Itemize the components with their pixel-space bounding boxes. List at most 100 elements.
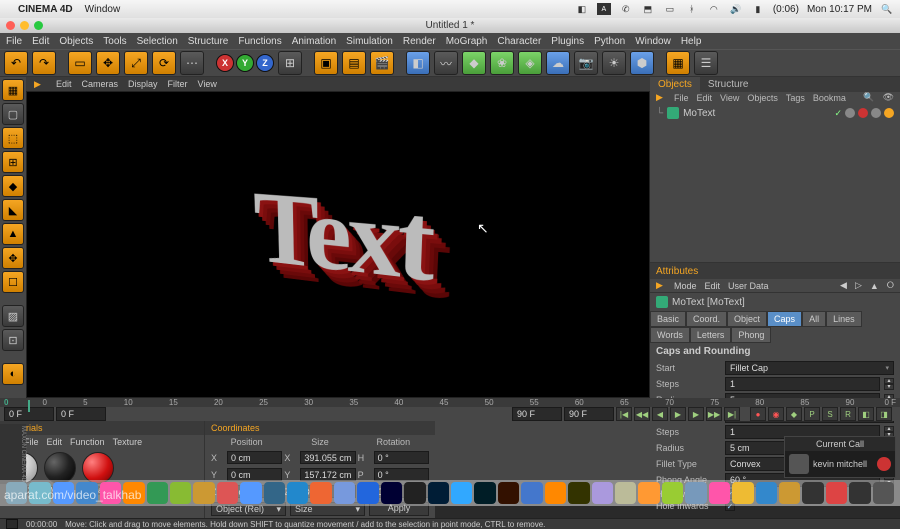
- dock-app-icon[interactable]: [873, 482, 894, 504]
- add-scene-button[interactable]: ⬢: [630, 51, 654, 75]
- keyframe-sel-button[interactable]: ◆: [786, 407, 802, 421]
- obj-menu-edit[interactable]: Edit: [697, 93, 713, 103]
- attr-tab-caps[interactable]: Caps: [767, 311, 802, 327]
- vp-menu-view[interactable]: View: [198, 79, 217, 89]
- texture-mode-button[interactable]: ⬚: [2, 127, 24, 149]
- render-pv-button[interactable]: ▤: [342, 51, 366, 75]
- attr-menu-edit[interactable]: Edit: [705, 281, 721, 291]
- dock-app-icon[interactable]: [756, 482, 777, 504]
- add-deformer-button[interactable]: ◈: [518, 51, 542, 75]
- mac-menu-window[interactable]: Window: [85, 4, 121, 15]
- add-spline-button[interactable]: 〰: [434, 51, 458, 75]
- lock-icon[interactable]: ⭘: [887, 280, 894, 291]
- layout-button[interactable]: ▦: [666, 51, 690, 75]
- nav-up-icon[interactable]: ▲: [870, 281, 879, 291]
- viewport-solo-button[interactable]: ☐: [2, 271, 24, 293]
- anim-mode-button[interactable]: ◐: [2, 363, 24, 385]
- material-tag-icon[interactable]: [858, 108, 868, 118]
- redo-button[interactable]: ↷: [32, 51, 56, 75]
- dock-app-icon[interactable]: [615, 482, 636, 504]
- key-pos-button[interactable]: P: [804, 407, 820, 421]
- dock-app-icon[interactable]: [568, 482, 589, 504]
- clock[interactable]: Mon 10:17 PM: [807, 4, 872, 15]
- dock-app-icon[interactable]: [193, 482, 214, 504]
- goto-end-button[interactable]: ▶|: [724, 407, 740, 421]
- dock-app-icon[interactable]: [428, 482, 449, 504]
- menu-character[interactable]: Character: [497, 36, 541, 47]
- attr-menu-userdata[interactable]: User Data: [728, 281, 769, 291]
- search-icon[interactable]: 🔍: [863, 92, 874, 103]
- dock-app-icon[interactable]: [451, 482, 472, 504]
- workplane-button[interactable]: ⊞: [2, 151, 24, 173]
- dock-app-icon[interactable]: [381, 482, 402, 504]
- tag-dot-icon[interactable]: [845, 108, 855, 118]
- dock-app-icon[interactable]: [802, 482, 823, 504]
- axis-z-toggle[interactable]: Z: [256, 54, 274, 72]
- menu-structure[interactable]: Structure: [188, 36, 229, 47]
- vp-menu-display[interactable]: Display: [128, 79, 158, 89]
- add-camera-button[interactable]: 📷: [574, 51, 598, 75]
- undo-button[interactable]: ↶: [4, 51, 28, 75]
- polygon-mode-button[interactable]: ▲: [2, 223, 24, 245]
- add-environment-button[interactable]: ☁: [546, 51, 570, 75]
- tab-structure[interactable]: Structure: [700, 77, 757, 92]
- play-button[interactable]: ▶: [670, 407, 686, 421]
- edge-mode-button[interactable]: ◣: [2, 199, 24, 221]
- dock-app-icon[interactable]: [521, 482, 542, 504]
- rotate-tool[interactable]: ⟳: [152, 51, 176, 75]
- dock-app-icon[interactable]: [709, 482, 730, 504]
- menu-file[interactable]: File: [6, 36, 22, 47]
- viewport[interactable]: Text ↖: [26, 91, 650, 398]
- menu-window[interactable]: Window: [635, 36, 671, 47]
- vp-menu-filter[interactable]: Filter: [168, 79, 188, 89]
- scale-tool[interactable]: ⤢: [124, 51, 148, 75]
- dock-app-icon[interactable]: [498, 482, 519, 504]
- xray-button[interactable]: ▨: [2, 305, 24, 327]
- record-button[interactable]: ●: [750, 407, 766, 421]
- timeline-playhead[interactable]: [28, 400, 30, 412]
- mat-menu-edit[interactable]: Edit: [47, 437, 63, 447]
- dock-app-icon[interactable]: [849, 482, 870, 504]
- dock-app-icon[interactable]: [170, 482, 191, 504]
- dock-app-icon[interactable]: [592, 482, 613, 504]
- minimize-window-button[interactable]: [20, 21, 29, 30]
- dock-app-icon[interactable]: [147, 482, 168, 504]
- timeline[interactable]: 0 051015202530354045505560657075808590 0…: [0, 398, 900, 407]
- tree-item-motext[interactable]: └ MoText ✓: [656, 107, 894, 119]
- dock-app-icon[interactable]: [264, 482, 285, 504]
- mat-menu-function[interactable]: Function: [70, 437, 105, 447]
- expand-icon[interactable]: └: [656, 108, 663, 119]
- menu-tools[interactable]: Tools: [103, 36, 126, 47]
- render-settings-button[interactable]: 🎬: [370, 51, 394, 75]
- dock-app-icon[interactable]: [826, 482, 847, 504]
- model-mode-button[interactable]: ▢: [2, 103, 24, 125]
- vp-menu-edit[interactable]: Edit: [56, 79, 72, 89]
- dock-app-icon[interactable]: [779, 482, 800, 504]
- menu-animation[interactable]: Animation: [292, 36, 336, 47]
- next-key-button[interactable]: ▶▶: [706, 407, 722, 421]
- axis-y-toggle[interactable]: Y: [236, 54, 254, 72]
- menu-selection[interactable]: Selection: [137, 36, 178, 47]
- attr-tab-basic[interactable]: Basic: [650, 311, 686, 327]
- spotlight-icon[interactable]: 🔍: [880, 3, 894, 15]
- menu-simulation[interactable]: Simulation: [346, 36, 393, 47]
- dock-app-icon[interactable]: [638, 482, 659, 504]
- attr-number-field[interactable]: 1: [725, 377, 880, 391]
- menu-help[interactable]: Help: [681, 36, 702, 47]
- add-light-button[interactable]: ☀: [602, 51, 626, 75]
- attr-tab-object[interactable]: Object: [727, 311, 767, 327]
- attr-menu-mode[interactable]: Mode: [674, 281, 697, 291]
- object-tree[interactable]: └ MoText ✓: [650, 103, 900, 263]
- phong-tag-icon[interactable]: [884, 108, 894, 118]
- dock-app-icon[interactable]: [357, 482, 378, 504]
- menu-functions[interactable]: Functions: [238, 36, 281, 47]
- add-effector-button[interactable]: ❀: [490, 51, 514, 75]
- snap-button[interactable]: ⊡: [2, 329, 24, 351]
- mat-menu-file[interactable]: File: [24, 437, 39, 447]
- dock-app-icon[interactable]: [334, 482, 355, 504]
- hangup-button[interactable]: [877, 457, 891, 471]
- menu-edit[interactable]: Edit: [32, 36, 49, 47]
- attr-tab-words[interactable]: Words: [650, 327, 690, 343]
- dock-app-icon[interactable]: [287, 482, 308, 504]
- close-window-button[interactable]: [6, 21, 15, 30]
